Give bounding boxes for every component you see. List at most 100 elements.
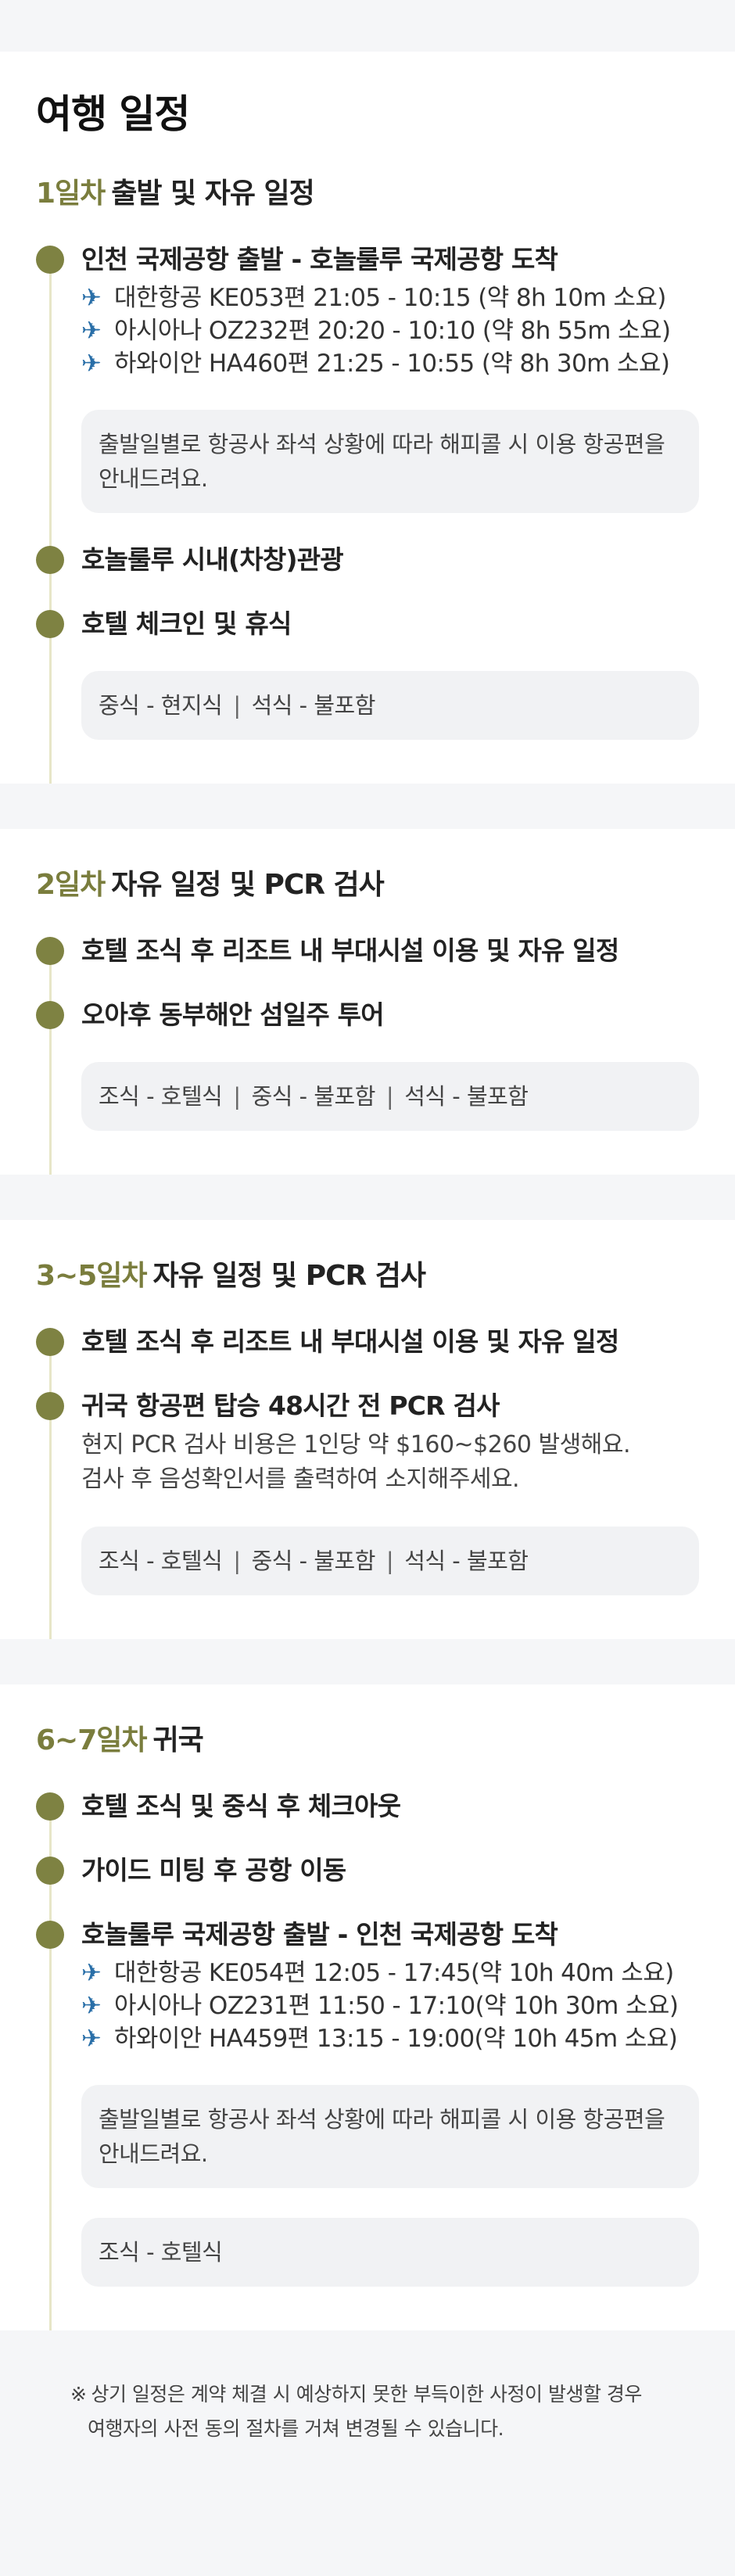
- airplane-icon: ✈: [81, 1959, 102, 1987]
- flight-note: 출발일별로 항공사 좌석 상황에 따라 해피콜 시 이용 항공편을 안내드려요.: [81, 2085, 699, 2188]
- timeline-dot: [36, 246, 64, 274]
- flight-text: 아시아나 OZ231편 11:50 - 17:10(약 10h 30m 소요): [114, 1992, 679, 2020]
- page-title: 여행 일정: [36, 91, 190, 137]
- meal-info: 조식 - 호텔식: [81, 2218, 699, 2287]
- meal-info: 조식 - 호텔식 | 중식 - 불포함 | 석식 - 불포함: [81, 1527, 699, 1595]
- flight-text: 하와이안 HA460편 21:25 - 10:55 (약 8h 30m 소요): [114, 350, 670, 378]
- timeline-dot: [36, 1328, 64, 1356]
- section-gap: [0, 1639, 735, 1684]
- meal-info: 중식 - 현지식 | 석식 - 불포함: [81, 671, 699, 740]
- timeline-item: 호놀룰루 국제공항 출발 - 인천 국제공항 도착 ✈ 대한항공 KE054편 1…: [36, 1918, 699, 2055]
- note-line: 출발일별로 항공사 좌석 상황에 따라 해피콜 시 이용 항공편을: [99, 2106, 665, 2133]
- itinerary-page: 여행 일정 1일차 출발 및 자유 일정 인천 국제공항 출발 - 호놀룰루 국제…: [0, 0, 735, 2576]
- desc-line: 검사 후 음성확인서를 출력하여 소지해주세요.: [81, 1466, 520, 1493]
- flight-list: ✈ 대한항공 KE054편 12:05 - 17:45(약 10h 40m 소요)…: [81, 1957, 699, 2055]
- day-section-4: 6~7일차 귀국 호텔 조식 및 중식 후 체크아웃 가이드 미팅 후 공항 이동…: [0, 1684, 735, 2330]
- meal-item: 석식 - 불포함: [251, 692, 376, 719]
- flight-text: 대한항공 KE053편 21:05 - 10:15 (약 8h 10m 소요): [114, 284, 666, 312]
- note-line: 안내드려요.: [99, 2140, 208, 2167]
- note-line: 안내드려요.: [99, 465, 208, 492]
- timeline: 호텔 조식 및 중식 후 체크아웃 가이드 미팅 후 공항 이동 호놀룰루 국제…: [36, 1789, 699, 2330]
- day-heading: 출발 및 자유 일정: [111, 178, 314, 210]
- item-title: 오아후 동부해안 섬일주 투어: [81, 999, 385, 1030]
- meal-item: 중식 - 불포함: [251, 1548, 376, 1574]
- note-mark: ※: [70, 2383, 87, 2406]
- top-band: [0, 0, 735, 52]
- day-title: 1일차 출발 및 자유 일정: [36, 170, 699, 242]
- timeline-dot: [36, 1392, 64, 1420]
- flight-row: ✈ 대한항공 KE053편 21:05 - 10:15 (약 8h 10m 소요): [81, 282, 699, 314]
- flight-note: 출발일별로 항공사 좌석 상황에 따라 해피콜 시 이용 항공편을 안내드려요.: [81, 410, 699, 513]
- timeline-dot: [36, 1792, 64, 1821]
- desc-line: 현지 PCR 검사 비용은 1인당 약 $160~$260 발생해요.: [81, 1431, 631, 1458]
- airplane-icon: ✈: [81, 350, 102, 378]
- item-title: 호텔 조식 후 리조트 내 부대시설 이용 및 자유 일정: [81, 935, 619, 966]
- timeline-item: 인천 국제공항 출발 - 호놀룰루 국제공항 도착 ✈ 대한항공 KE053편 2…: [36, 242, 699, 380]
- item-title: 호텔 조식 후 리조트 내 부대시설 이용 및 자유 일정: [81, 1326, 619, 1357]
- flight-text: 아시아나 OZ232편 20:20 - 10:10 (약 8h 55m 소요): [114, 317, 671, 345]
- timeline: 호텔 조식 후 리조트 내 부대시설 이용 및 자유 일정 귀국 항공편 탑승 …: [36, 1325, 699, 1639]
- day-number: 6~7일차: [36, 1724, 148, 1756]
- day-section-1: 여행 일정 1일차 출발 및 자유 일정 인천 국제공항 출발 - 호놀룰루 국제…: [0, 52, 735, 784]
- flight-row: ✈ 아시아나 OZ231편 11:50 - 17:10(약 10h 30m 소요): [81, 1989, 699, 2022]
- airplane-icon: ✈: [81, 2025, 102, 2053]
- day-heading: 자유 일정 및 PCR 검사: [111, 869, 384, 901]
- flight-row: ✈ 대한항공 KE054편 12:05 - 17:45(약 10h 40m 소요): [81, 1957, 699, 1989]
- day-section-2: 2일차 자유 일정 및 PCR 검사 호텔 조식 후 리조트 내 부대시설 이용 …: [0, 829, 735, 1175]
- timeline-dot: [36, 610, 64, 638]
- day-heading: 귀국: [152, 1724, 204, 1756]
- disclaimer: ※ 상기 일정은 계약 체결 시 예상하지 못한 부득이한 사정이 발생할 경우 …: [0, 2330, 735, 2446]
- timeline-dot: [36, 937, 64, 965]
- airplane-icon: ✈: [81, 1992, 102, 2020]
- meal-item: 석식 - 불포함: [404, 1548, 529, 1574]
- day-number: 3~5일차: [36, 1260, 148, 1292]
- timeline-item: 가이드 미팅 후 공항 이동: [36, 1853, 699, 1888]
- airplane-icon: ✈: [81, 317, 102, 345]
- item-description: 현지 PCR 검사 비용은 1인당 약 $160~$260 발생해요. 검사 후…: [81, 1428, 699, 1497]
- meal-item: 중식 - 불포함: [251, 1083, 376, 1110]
- flight-text: 하와이안 HA459편 13:15 - 19:00(약 10h 45m 소요): [114, 2025, 678, 2053]
- disclaimer-line: ※ 상기 일정은 계약 체결 시 예상하지 못한 부득이한 사정이 발생할 경우: [70, 2377, 704, 2412]
- timeline-dot: [36, 1921, 64, 1949]
- timeline-item: 오아후 동부해안 섬일주 투어: [36, 998, 699, 1032]
- day-heading: 자유 일정 및 PCR 검사: [152, 1260, 426, 1292]
- item-title: 가이드 미팅 후 공항 이동: [81, 1855, 346, 1885]
- meal-item: 중식 - 현지식: [99, 692, 223, 719]
- timeline-item: 호텔 조식 후 리조트 내 부대시설 이용 및 자유 일정: [36, 1325, 699, 1359]
- disclaimer-line: 여행자의 사전 동의 절차를 거쳐 변경될 수 있습니다.: [88, 2417, 504, 2440]
- meal-item: 조식 - 호텔식: [99, 2239, 223, 2266]
- meal-separator: |: [233, 692, 241, 719]
- section-gap: [0, 1175, 735, 1220]
- meal-info: 조식 - 호텔식 | 중식 - 불포함 | 석식 - 불포함: [81, 1062, 699, 1131]
- day-number: 2일차: [36, 869, 106, 901]
- day-section-3: 3~5일차 자유 일정 및 PCR 검사 호텔 조식 후 리조트 내 부대시설 이…: [0, 1220, 735, 1639]
- item-title: 호텔 체크인 및 휴식: [81, 608, 292, 639]
- timeline-dot: [36, 546, 64, 574]
- day-title: 6~7일차 귀국: [36, 1684, 699, 1789]
- meal-item: 석식 - 불포함: [404, 1083, 529, 1110]
- meal-separator: |: [233, 1548, 241, 1574]
- flight-text: 대한항공 KE054편 12:05 - 17:45(약 10h 40m 소요): [114, 1959, 674, 1987]
- section-gap: [0, 784, 735, 829]
- meal-item: 조식 - 호텔식: [99, 1548, 223, 1574]
- item-title: 호놀룰루 시내(차창)관광: [81, 544, 344, 575]
- timeline: 호텔 조식 후 리조트 내 부대시설 이용 및 자유 일정 오아후 동부해안 섬…: [36, 934, 699, 1175]
- flight-list: ✈ 대한항공 KE053편 21:05 - 10:15 (약 8h 10m 소요)…: [81, 282, 699, 380]
- timeline-item: 호텔 조식 및 중식 후 체크아웃: [36, 1789, 699, 1824]
- timeline-item: 호텔 조식 후 리조트 내 부대시설 이용 및 자유 일정: [36, 934, 699, 968]
- flight-row: ✈ 아시아나 OZ232편 20:20 - 10:10 (약 8h 55m 소요): [81, 314, 699, 347]
- flight-row: ✈ 하와이안 HA459편 13:15 - 19:00(약 10h 45m 소요): [81, 2022, 699, 2055]
- timeline: 인천 국제공항 출발 - 호놀룰루 국제공항 도착 ✈ 대한항공 KE053편 2…: [36, 242, 699, 784]
- airplane-icon: ✈: [81, 284, 102, 312]
- meal-separator: |: [385, 1548, 394, 1574]
- flight-row: ✈ 하와이안 HA460편 21:25 - 10:55 (약 8h 30m 소요): [81, 347, 699, 380]
- day-title: 3~5일차 자유 일정 및 PCR 검사: [36, 1220, 699, 1325]
- timeline-dot: [36, 1001, 64, 1029]
- timeline-dot: [36, 1857, 64, 1885]
- meal-item: 조식 - 호텔식: [99, 1083, 223, 1110]
- item-title: 귀국 항공편 탑승 48시간 전 PCR 검사: [81, 1390, 500, 1421]
- disclaimer-text: 상기 일정은 계약 체결 시 예상하지 못한 부득이한 사정이 발생할 경우: [91, 2383, 642, 2406]
- meal-separator: |: [385, 1083, 394, 1110]
- timeline-item: 호놀룰루 시내(차창)관광: [36, 543, 699, 577]
- timeline-item: 귀국 항공편 탑승 48시간 전 PCR 검사 현지 PCR 검사 비용은 1인…: [36, 1389, 699, 1497]
